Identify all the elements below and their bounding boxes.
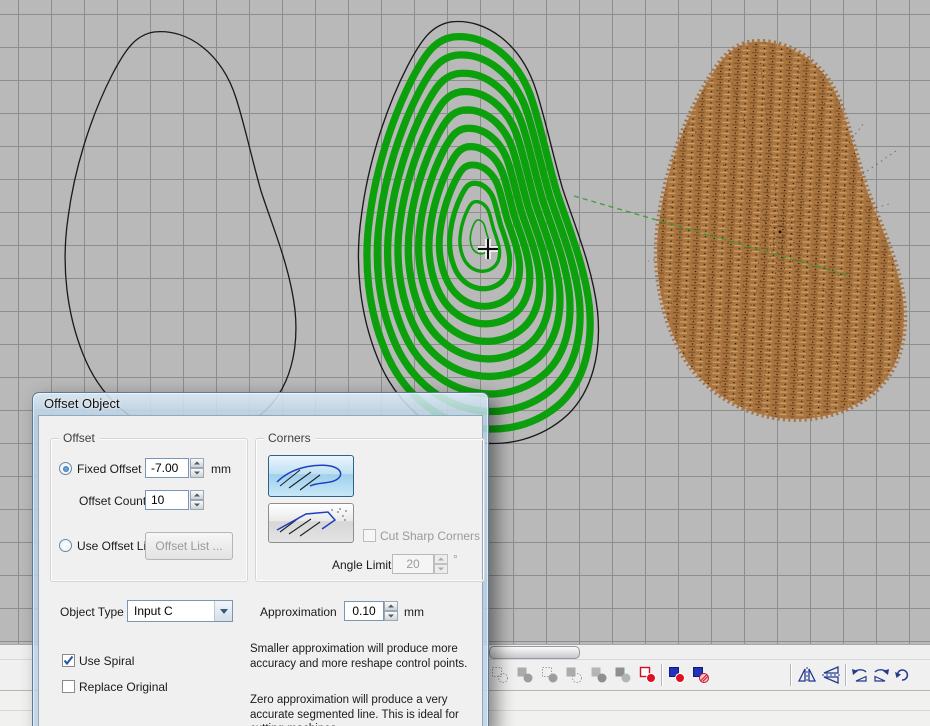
angle-limit-spinner[interactable]: [434, 554, 448, 574]
offset-object-dialog: Offset Object Offset Fixed Offset mm Off…: [32, 392, 489, 726]
offset-spiral-shape[interactable]: [358, 22, 598, 444]
approximation-label: Approximation: [260, 605, 337, 619]
offset-count-label: Offset Count: [79, 494, 139, 508]
object-type-value: Input C: [134, 604, 173, 618]
checkmark-icon: [63, 655, 74, 666]
offset-count-input[interactable]: [145, 490, 189, 510]
approximation-note-1: Smaller approximation will produce more …: [250, 642, 468, 671]
fixed-offset-unit: mm: [211, 462, 231, 476]
remove-overlaps-icon[interactable]: [637, 663, 659, 687]
sharp-corners-button[interactable]: [268, 503, 354, 543]
object-type-label: Object Type: [60, 605, 124, 619]
cut-sharp-corners-label: Cut Sharp Corners: [380, 529, 480, 543]
dialog-titlebar[interactable]: Offset Object: [33, 393, 488, 415]
fixed-offset-spinner[interactable]: [190, 458, 204, 478]
approximation-note-2: Zero approximation will produce a very a…: [250, 693, 468, 726]
fixed-offset-input[interactable]: [145, 458, 189, 478]
use-offset-list-radio[interactable]: [59, 539, 72, 552]
fixed-offset-radio[interactable]: [59, 462, 72, 475]
use-spiral-checkbox[interactable]: [62, 654, 75, 667]
fixed-offset-label: Fixed Offset: [77, 462, 141, 476]
shape-op-exclude-icon[interactable]: [563, 663, 585, 687]
mirror-horizontal-icon[interactable]: [796, 663, 818, 687]
round-corners-button[interactable]: [268, 455, 354, 497]
offset-list-button[interactable]: Offset List ...: [145, 532, 233, 560]
approximation-spinner[interactable]: [384, 601, 398, 621]
round-corners-icon: [272, 459, 350, 493]
outline-shape[interactable]: [65, 32, 296, 438]
mirror-vertical-icon[interactable]: [820, 663, 842, 687]
sharp-corners-icon: [272, 507, 350, 539]
approximation-input[interactable]: [344, 601, 384, 621]
corners-group-label: Corners: [264, 431, 315, 445]
offset-count-spinner[interactable]: [190, 490, 204, 510]
use-spiral-label: Use Spiral: [79, 654, 134, 668]
rotate-ccw-icon[interactable]: [849, 663, 871, 687]
overlap-objects-icon[interactable]: [666, 663, 688, 687]
shape-op-front-icon[interactable]: [588, 663, 610, 687]
offset-group: Offset Fixed Offset mm Offset Count Use …: [50, 438, 248, 582]
shape-op-back-icon[interactable]: [612, 663, 634, 687]
replace-original-checkbox[interactable]: [62, 680, 75, 693]
cut-sharp-corners-checkbox[interactable]: [363, 529, 376, 542]
object-type-dropdown[interactable]: Input C: [127, 600, 233, 622]
dropdown-arrow-icon[interactable]: [214, 601, 232, 621]
app-window: mm 1 2 0 A=-14: [0, 0, 930, 726]
approximation-unit: mm: [404, 605, 424, 619]
shape-op-intersect-icon[interactable]: [539, 663, 561, 687]
horizontal-scrollbar-thumb[interactable]: [489, 646, 580, 659]
overlap-fill-icon[interactable]: [690, 663, 712, 687]
rotate-cw-icon[interactable]: [870, 663, 892, 687]
shape-op-weld-icon[interactable]: [489, 663, 511, 687]
dialog-title: Offset Object: [44, 396, 120, 411]
use-offset-list-label: Use Offset List: [77, 539, 155, 553]
angle-limit-unit: °: [453, 552, 458, 566]
dialog-body: Offset Fixed Offset mm Offset Count Use …: [38, 415, 483, 726]
corners-group: Corners Cut Sharp Corners Angl: [255, 438, 485, 582]
angle-limit-input[interactable]: [392, 554, 434, 574]
stitched-shape[interactable]: [648, 42, 904, 419]
toolbar-separator: [845, 664, 847, 686]
rotate-reset-icon[interactable]: [891, 663, 913, 687]
replace-original-label: Replace Original: [79, 680, 168, 694]
toolbar-separator: [661, 664, 663, 686]
shape-op-trim-icon[interactable]: [514, 663, 536, 687]
offset-group-label: Offset: [59, 431, 99, 445]
angle-limit-label: Angle Limit: [332, 558, 391, 572]
toolbar-separator: [790, 664, 792, 686]
